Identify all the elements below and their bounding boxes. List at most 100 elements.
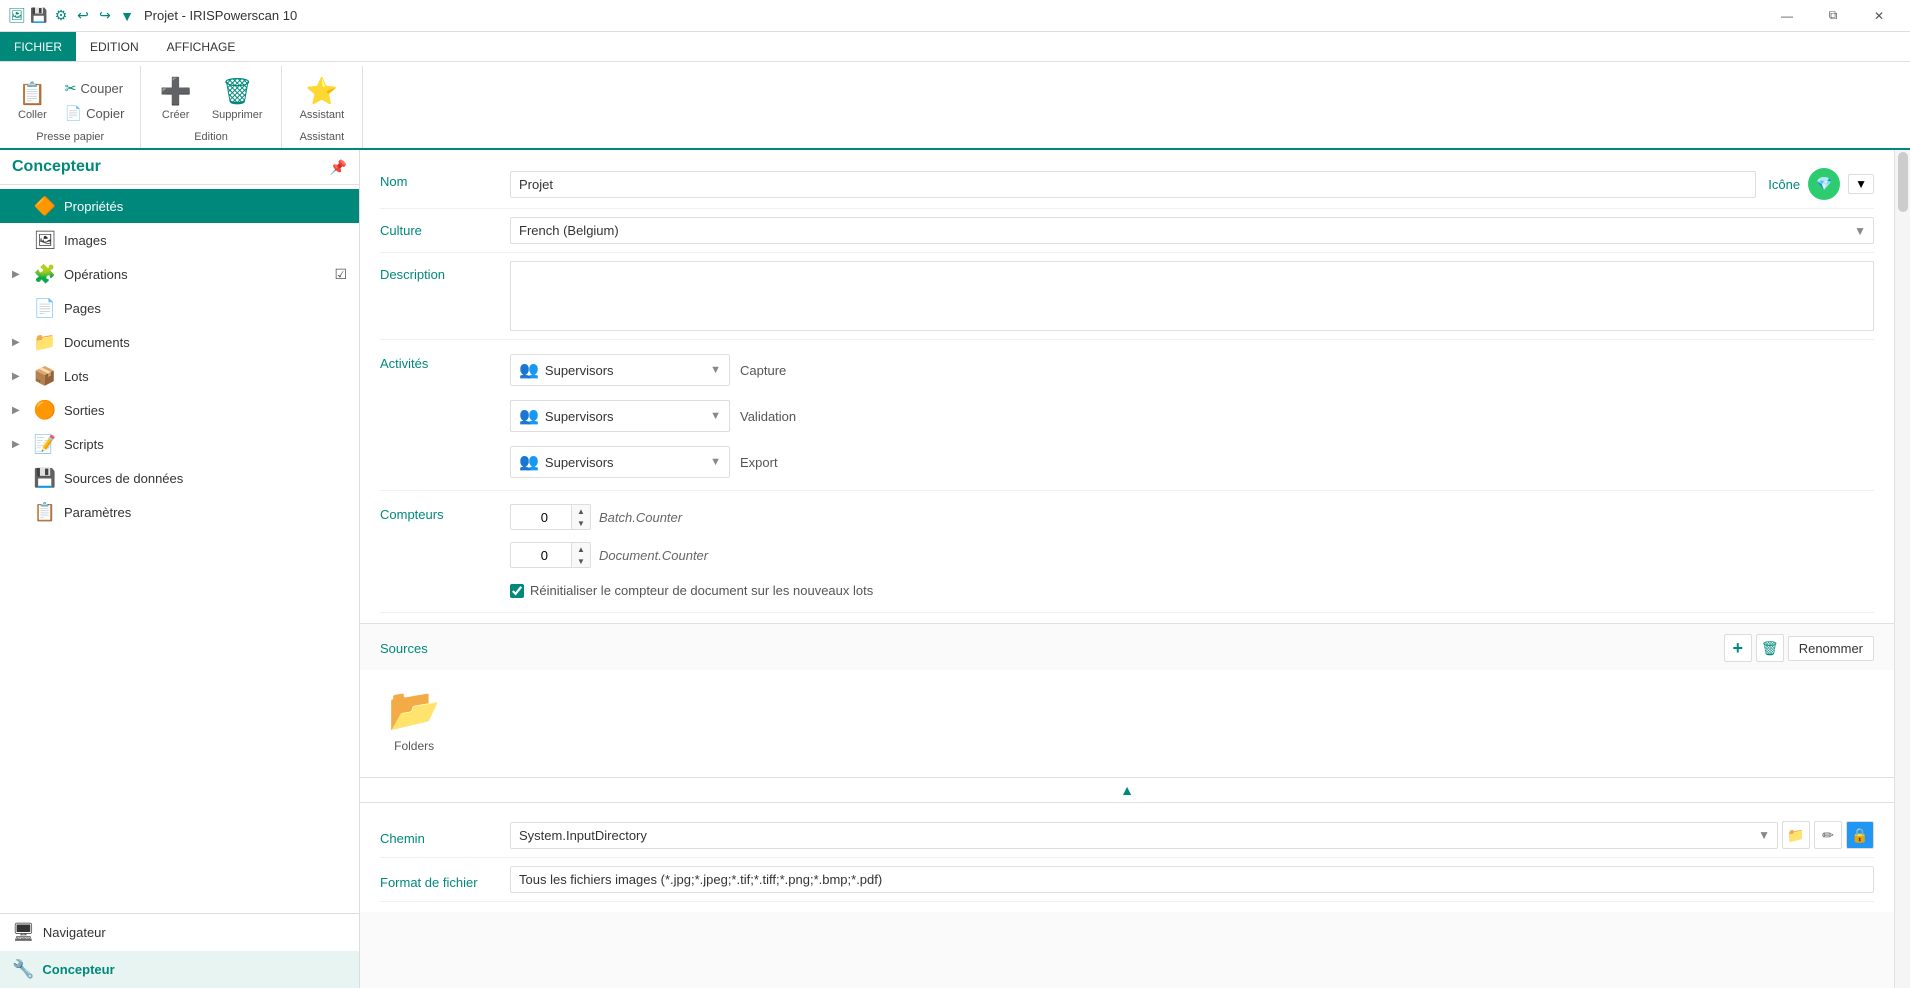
form-label-culture: Culture [380, 217, 510, 238]
ribbon-creer-button[interactable]: ➕ Créer [151, 72, 199, 125]
close-button[interactable]: ✕ [1856, 0, 1902, 32]
activity-select-0[interactable]: 👥 Supervisors ▼ [510, 354, 730, 386]
sidebar-item-documents[interactable]: ▶ 📁 Documents [0, 325, 359, 359]
save-icon[interactable]: 💾 [30, 7, 48, 25]
form-textarea-description[interactable] [510, 261, 1874, 331]
sidebar-item-proprietes[interactable]: 🔶 Propriétés [0, 189, 359, 223]
sidebar-item-sources-donnees[interactable]: 💾 Sources de données [0, 461, 359, 495]
activity-select-1[interactable]: 👥 Supervisors ▼ [510, 400, 730, 432]
sidebar-item-operations[interactable]: ▶ 🧩 Opérations ☑ [0, 257, 359, 291]
icone-label: Icône [1768, 177, 1800, 192]
redo-icon[interactable]: ↪ [96, 7, 114, 25]
scripts-label: Scripts [64, 437, 347, 452]
undo-icon[interactable]: ↩ [74, 7, 92, 25]
ribbon-assistant-button[interactable]: ⭐ Assistant [292, 72, 353, 125]
counter-spin-up-0[interactable]: ▲ [572, 505, 590, 517]
chemin-edit-button[interactable]: ✏ [1814, 821, 1842, 849]
checkbox-reset-label: Réinitialiser le compteur de document su… [530, 583, 873, 598]
chemin-folder-button[interactable]: 📁 [1782, 821, 1810, 849]
counter-spin-up-1[interactable]: ▲ [572, 543, 590, 555]
form-row-activites: Activités 👥 Supervisors ▼ Capture [380, 340, 1874, 491]
sources-section-label: Sources [380, 641, 428, 656]
sidebar-item-lots[interactable]: ▶ 📦 Lots [0, 359, 359, 393]
form-row-culture: Culture French (Belgium) English (US) Du… [380, 209, 1874, 253]
sidebar-item-pages[interactable]: 📄 Pages [0, 291, 359, 325]
sidebar-bottom-navigateur[interactable]: 🖥 Navigateur [0, 914, 359, 951]
activity-row-1: 👥 Supervisors ▼ Validation [510, 396, 1874, 436]
pages-label: Pages [64, 301, 347, 316]
settings-icon[interactable]: ⚙ [52, 7, 70, 25]
expand-arrow-lots: ▶ [12, 371, 26, 382]
operations-icon: 🧩 [34, 263, 56, 285]
counter-row-1: ▲ ▼ Document.Counter [510, 539, 873, 571]
sorties-label: Sorties [64, 403, 347, 418]
activity-row-2: 👥 Supervisors ▼ Export [510, 442, 1874, 482]
sidebar-bottom-concepteur[interactable]: 🔧 Concepteur [0, 951, 359, 988]
dropdown-arrow-icon[interactable]: ▼ [118, 7, 136, 25]
menu-affichage[interactable]: AFFICHAGE [153, 32, 250, 61]
people-icon-1: 👥 [519, 406, 539, 426]
ribbon-couper-button[interactable]: ✂ Couper [59, 77, 131, 100]
counter-input-wrapper-1: ▲ ▼ [510, 542, 591, 568]
form-control-activites: 👥 Supervisors ▼ Capture 👥 Super [510, 350, 1874, 482]
sidebar-title: Concepteur [12, 158, 101, 176]
form-row-nom: Nom Icône 💎 ▼ [380, 160, 1874, 209]
counter-spin-down-1[interactable]: ▼ [572, 555, 590, 567]
counter-input-1[interactable] [511, 544, 571, 567]
maximize-button[interactable]: ⧉ [1810, 0, 1856, 32]
activity-dropdown-0: ▼ [710, 364, 721, 376]
assistant-icon: ⭐ [306, 76, 338, 107]
sources-donnees-label: Sources de données [64, 471, 347, 486]
creer-label: Créer [162, 109, 190, 121]
checkbox-reset[interactable] [510, 584, 524, 598]
minimize-button[interactable]: — [1764, 0, 1810, 32]
ribbon-group-assistant-content: ⭐ Assistant [292, 68, 353, 129]
ribbon-group-edition: ➕ Créer 🗑 Supprimer Edition [141, 66, 281, 148]
counter-spin-down-0[interactable]: ▼ [572, 517, 590, 529]
copier-icon: 📄 [65, 105, 82, 122]
sorties-icon: 🟠 [34, 399, 56, 421]
couper-icon: ✂ [65, 80, 77, 97]
chemin-select[interactable]: System.InputDirectory [510, 822, 1778, 849]
ribbon-group-presse-papier: 📋 Coller ✂ Couper 📄 Copier Presse papier [0, 66, 141, 148]
form-label-description: Description [380, 261, 510, 282]
sidebar-item-parametres[interactable]: 📋 Paramètres [0, 495, 359, 529]
activity-dropdown-1: ▼ [710, 410, 721, 422]
icon-dropdown-button[interactable]: ▼ [1848, 174, 1874, 194]
sources-delete-button[interactable]: 🗑 [1756, 634, 1784, 662]
form-row-chemin: Chemin System.InputDirectory ▼ 📁 ✏ 🔒 [380, 813, 1874, 858]
culture-select[interactable]: French (Belgium) English (US) Dutch (Net… [510, 217, 1874, 244]
activity-select-2[interactable]: 👥 Supervisors ▼ [510, 446, 730, 478]
counter-label-1: Document.Counter [599, 548, 708, 563]
icon-selector: Icône 💎 ▼ [1768, 168, 1874, 200]
counter-input-0[interactable] [511, 506, 571, 529]
menu-edition[interactable]: EDITION [76, 32, 153, 61]
chemin-lock-button[interactable]: 🔒 [1846, 821, 1874, 849]
source-item-folders[interactable]: 📂 Folders [380, 678, 448, 761]
ribbon-supprimer-button[interactable]: 🗑 Supprimer [204, 72, 271, 125]
sidebar-item-images[interactable]: 🖼 Images [0, 223, 359, 257]
ribbon-coller-button[interactable]: 📋 Coller [10, 77, 55, 125]
scrollbar[interactable] [1894, 150, 1910, 988]
sources-rename-button[interactable]: Renommer [1788, 636, 1874, 661]
counter-spinners-1: ▲ ▼ [571, 543, 590, 567]
ribbon-copier-button[interactable]: 📄 Copier [59, 102, 131, 125]
couper-label: Couper [80, 81, 123, 96]
form-input-nom[interactable] [510, 171, 1756, 198]
sources-add-button[interactable]: + [1724, 634, 1752, 662]
scrollbar-thumb[interactable] [1898, 152, 1908, 212]
form-input-format-fichier[interactable] [510, 866, 1874, 893]
menu-bar: FICHIER EDITION AFFICHAGE [0, 32, 1910, 62]
menu-fichier[interactable]: FICHIER [0, 32, 76, 61]
sidebar-item-sorties[interactable]: ▶ 🟠 Sorties [0, 393, 359, 427]
images-label: Images [64, 233, 347, 248]
ribbon-group-presse-papier-content: 📋 Coller ✂ Couper 📄 Copier [10, 68, 130, 129]
form-control-culture: French (Belgium) English (US) Dutch (Net… [510, 217, 1874, 244]
form-label-chemin: Chemin [380, 825, 510, 846]
copier-label: Copier [86, 106, 124, 121]
sidebar-pin-icon[interactable]: 📌 [330, 159, 347, 176]
proprietes-label: Propriétés [64, 199, 347, 214]
sidebar-item-scripts[interactable]: ▶ 📝 Scripts [0, 427, 359, 461]
collapse-button[interactable]: ▲ [1120, 782, 1134, 798]
sidebar-tree: 🔶 Propriétés 🖼 Images ▶ 🧩 Opérations ☑ 📄… [0, 185, 359, 913]
